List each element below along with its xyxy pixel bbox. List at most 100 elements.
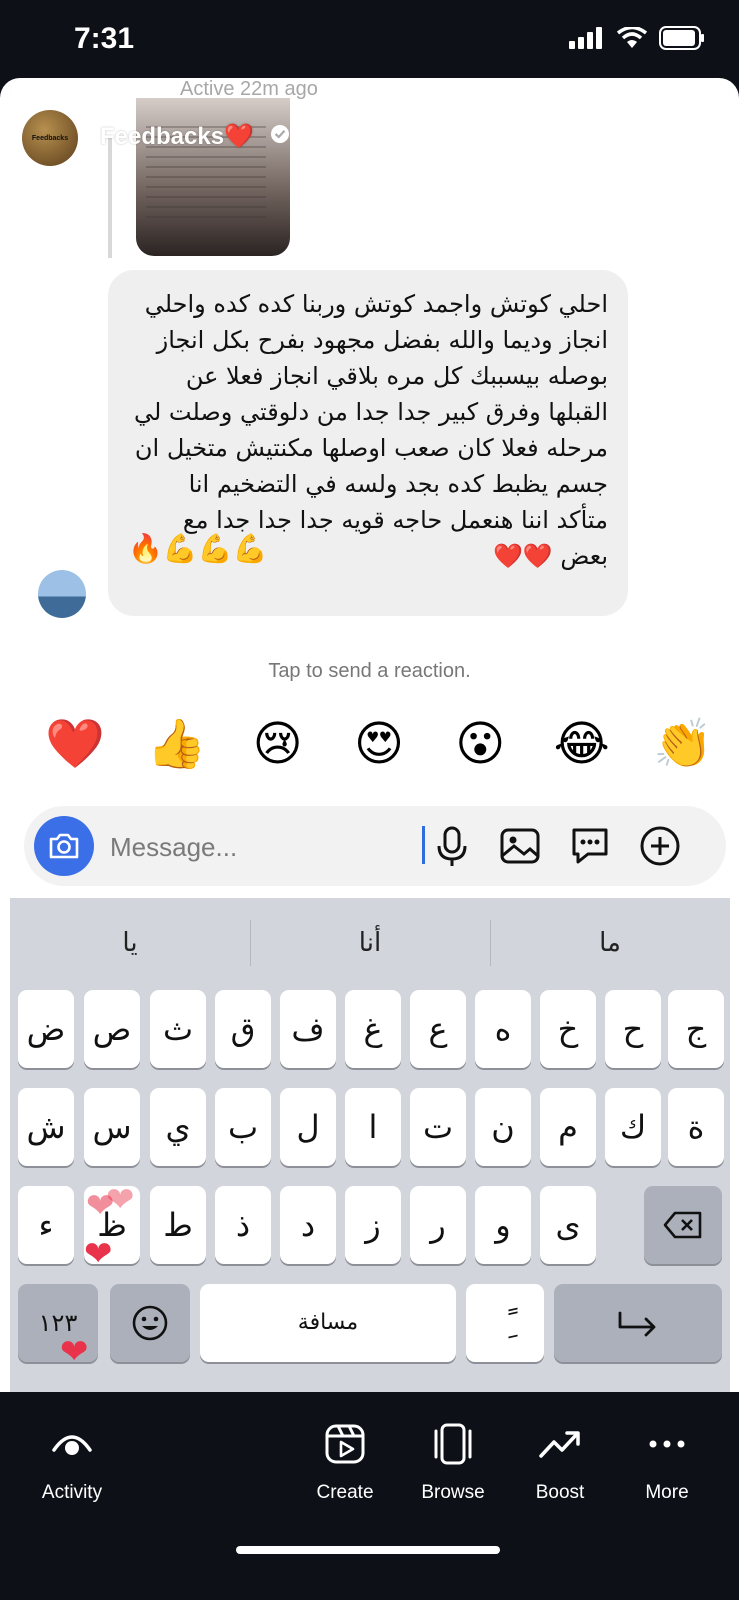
story-account-name[interactable]: Feedbacks❤️ [100, 122, 254, 151]
message-input[interactable] [108, 822, 412, 872]
reaction-surprised[interactable]: 😮 [449, 714, 511, 776]
keyboard-suggestions: يا أنا ما [10, 898, 730, 988]
nav-label: More [645, 1482, 689, 1503]
message-bubble[interactable]: احلي كوتش واجمد كوتش وربنا كده كده واحلي… [108, 270, 628, 616]
key[interactable]: ف [280, 990, 336, 1068]
browse-icon [403, 1422, 503, 1466]
key[interactable]: ر [410, 1186, 466, 1264]
space-key[interactable]: مسافة [200, 1284, 456, 1362]
key[interactable]: م [540, 1088, 596, 1166]
story-date: May 28 [298, 122, 377, 149]
nav-boost[interactable]: Boost [510, 1422, 610, 1504]
key[interactable]: ع [410, 990, 466, 1068]
key[interactable]: ث [150, 990, 206, 1068]
nav-more[interactable]: More [617, 1422, 717, 1504]
eye-icon [22, 1422, 122, 1466]
nav-activity[interactable]: Activity [22, 1422, 122, 1504]
suggestion-item[interactable]: ما [490, 898, 730, 988]
key[interactable]: ي [150, 1088, 206, 1166]
message-composer [24, 806, 726, 886]
key[interactable]: ج [668, 990, 724, 1068]
status-time: 7:31 [74, 22, 135, 55]
return-icon [618, 1311, 656, 1337]
reaction-hint: Tap to send a reaction. [268, 660, 471, 682]
key[interactable]: ت [410, 1088, 466, 1166]
message-emoji-line: 🔥💪💪💪 [128, 533, 268, 564]
nav-browse[interactable]: Browse [403, 1422, 503, 1504]
sender-avatar[interactable] [38, 570, 86, 618]
reactions-row: ❤️ 👍 😢 😍 😮 😂 👏 [44, 714, 714, 778]
nav-label: Create [316, 1482, 374, 1503]
close-icon[interactable] [690, 148, 730, 188]
suggestion-divider [490, 920, 491, 966]
reaction-clapping[interactable]: 👏 [652, 714, 714, 776]
key[interactable]: غ [345, 990, 401, 1068]
return-key[interactable] [554, 1284, 722, 1362]
bottom-nav: Activity Create Browse Boost More [0, 1392, 739, 1600]
floating-heart: ❤ [106, 1181, 135, 1219]
key[interactable]: و [475, 1186, 531, 1264]
gallery-icon[interactable] [496, 822, 544, 870]
floating-heart: ❤ [84, 1235, 113, 1273]
key[interactable]: س [84, 1088, 140, 1166]
key[interactable]: ن [475, 1088, 531, 1166]
add-icon[interactable] [636, 822, 684, 870]
key[interactable]: ص [84, 990, 140, 1068]
diacritic-key[interactable]: ًِ [466, 1284, 544, 1362]
signal-icon [569, 27, 602, 49]
key[interactable]: ض [18, 990, 74, 1068]
camera-icon [49, 833, 79, 859]
emoji-key[interactable] [110, 1284, 190, 1362]
reaction-heart-eyes[interactable]: 😍 [348, 714, 410, 776]
key[interactable]: ق [215, 990, 271, 1068]
nav-label: Browse [421, 1482, 485, 1503]
key[interactable]: ذ [215, 1186, 271, 1264]
status-bar: 7:31 [0, 0, 739, 80]
message-text: احلي كوتش واجمد كوتش وربنا كده كده واحلي… [133, 290, 608, 570]
key[interactable]: ا [345, 1088, 401, 1166]
story-account-name-text: Feedbacks [100, 123, 225, 150]
nav-create[interactable]: Create [295, 1422, 395, 1504]
verified-badge-icon [271, 125, 289, 143]
suggestion-item[interactable]: يا [10, 898, 250, 988]
reaction-thumbs-up[interactable]: 👍 [145, 714, 207, 776]
home-indicator [236, 1546, 500, 1554]
key[interactable]: ه [475, 990, 531, 1068]
story-card[interactable]: Active 22m ago Feedbacks Feedbacks❤️ May… [0, 78, 739, 1392]
suggestion-item[interactable]: أنا [250, 898, 490, 988]
backspace-key[interactable] [644, 1186, 722, 1264]
reel-icon [295, 1422, 395, 1466]
more-icon [617, 1422, 717, 1466]
floating-heart: ❤ [60, 1333, 89, 1371]
backspace-icon [663, 1211, 702, 1239]
status-icons [569, 26, 705, 50]
suggestion-divider [250, 920, 251, 966]
text-caret [422, 826, 425, 864]
key[interactable]: ل [280, 1088, 336, 1166]
emoji-icon [132, 1305, 168, 1341]
key[interactable]: ة [668, 1088, 724, 1166]
key[interactable]: خ [540, 990, 596, 1068]
story-header: Feedbacks Feedbacks❤️ May 28 [22, 110, 728, 186]
camera-button[interactable] [34, 816, 94, 876]
nav-label: Boost [535, 1482, 585, 1503]
key[interactable]: ز [345, 1186, 401, 1264]
sticker-chat-icon[interactable] [566, 822, 614, 870]
key[interactable]: ك [605, 1088, 661, 1166]
heart-emoji: ❤️ [224, 123, 254, 150]
story-avatar[interactable]: Feedbacks [22, 110, 78, 166]
trending-up-icon [510, 1422, 610, 1466]
reaction-heart[interactable]: ❤️ [44, 714, 106, 776]
microphone-icon[interactable] [428, 822, 476, 870]
key[interactable]: ب [215, 1088, 271, 1166]
key[interactable]: ى [540, 1186, 596, 1264]
reaction-crying[interactable]: 😢 [247, 714, 309, 776]
key[interactable]: ء [18, 1186, 74, 1264]
wifi-icon [617, 27, 647, 48]
key[interactable]: ط [150, 1186, 206, 1264]
nav-label: Activity [41, 1482, 103, 1503]
key[interactable]: ح [605, 990, 661, 1068]
key[interactable]: د [280, 1186, 336, 1264]
key[interactable]: ش [18, 1088, 74, 1166]
reaction-laughing[interactable]: 😂 [551, 714, 613, 776]
